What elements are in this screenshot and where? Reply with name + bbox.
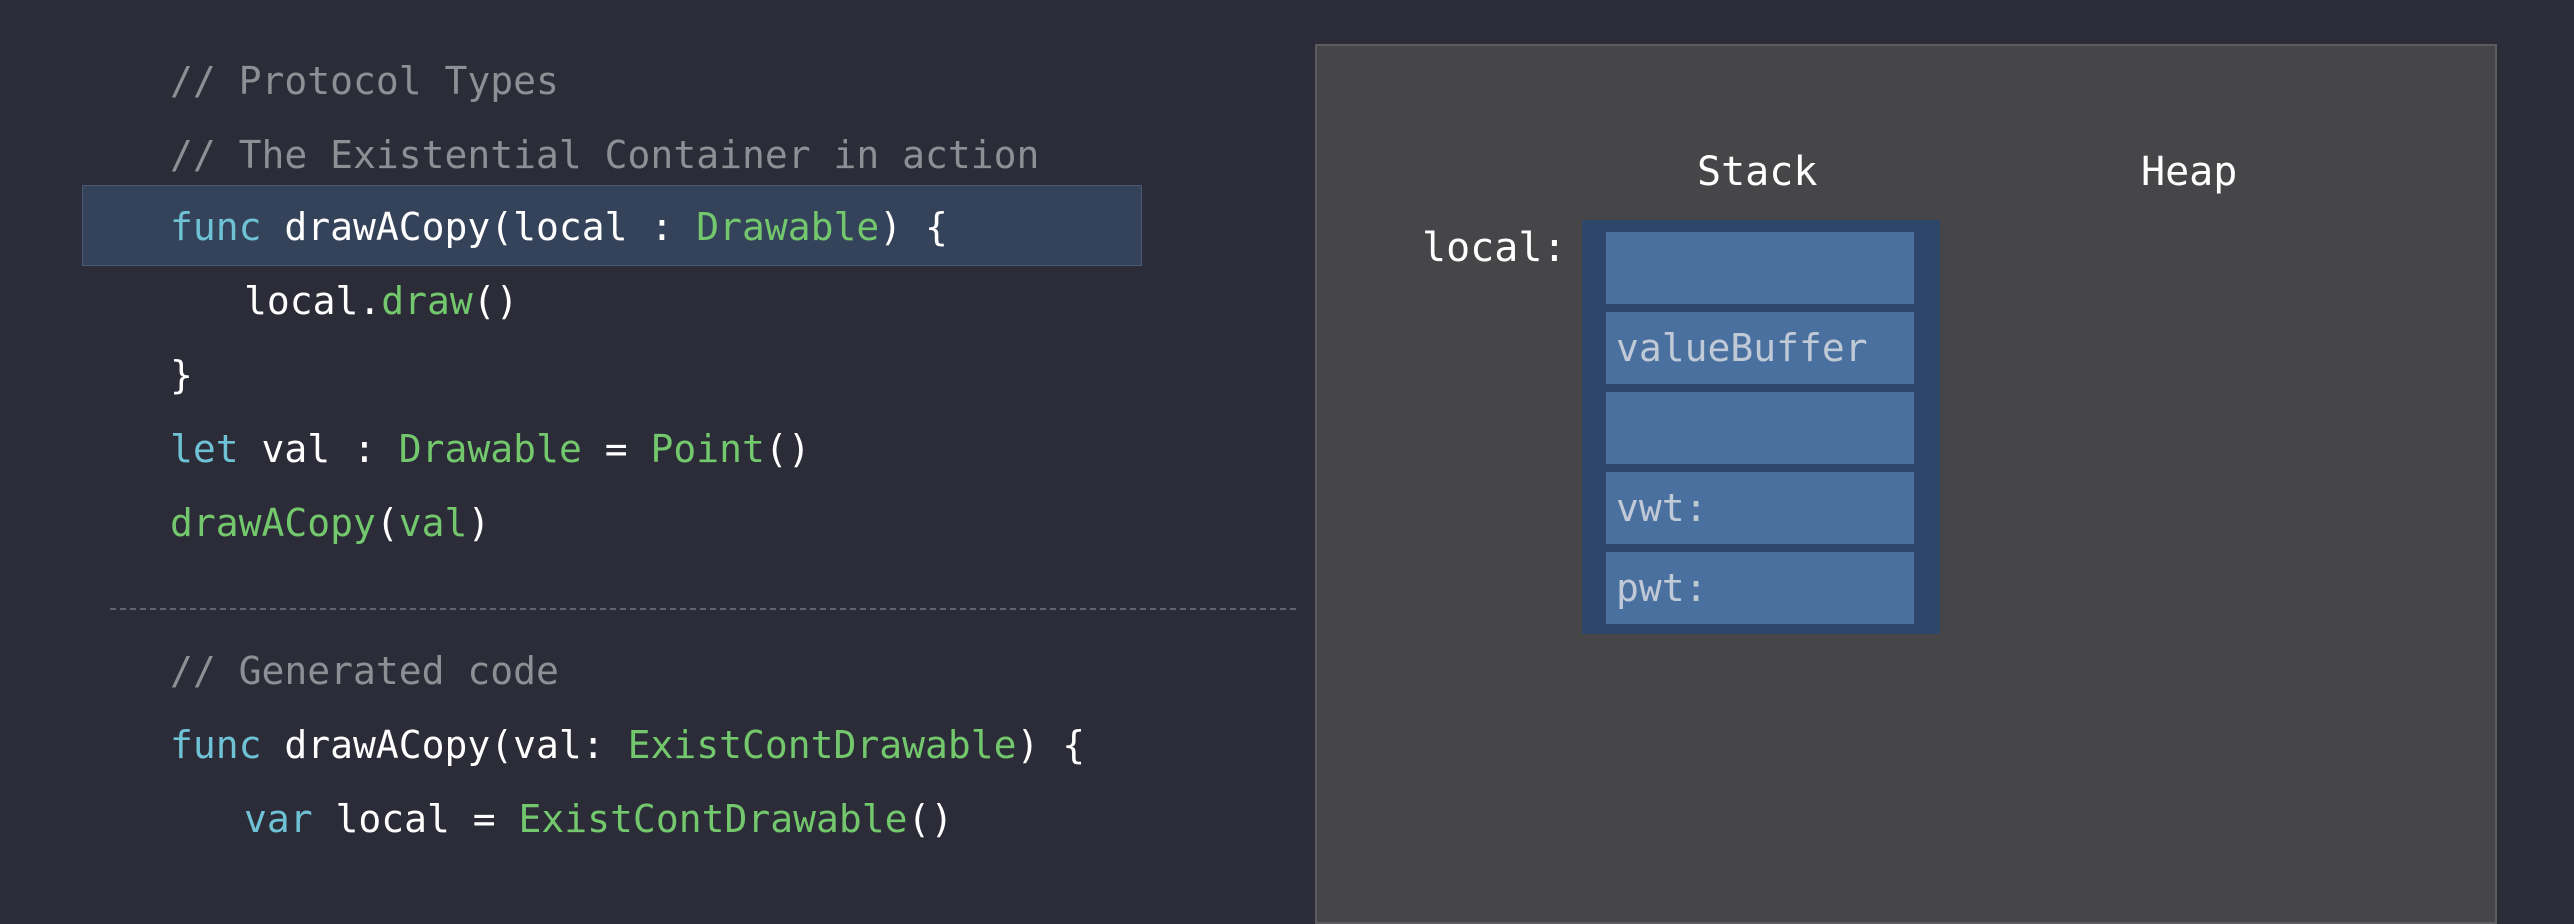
code-token: } [170,353,193,397]
code-token: ) { [1016,723,1086,767]
code-line-2: // The Existential Container in action [170,136,1039,174]
code-token: ExistContDrawable [627,723,1017,767]
code-token: func [170,723,262,767]
code-token: func [170,205,262,249]
code-token: local = [312,797,519,841]
code-token: let [170,427,239,471]
code-token: ( [375,501,399,545]
generated-code-line-2: func drawACopy(val: ExistContDrawable) { [170,726,1085,764]
code-token: Drawable [398,427,582,471]
container-cell-value-buffer-3 [1606,392,1914,464]
code-token: () [907,797,954,841]
code-line-6: let val : Drawable = Point() [170,430,811,468]
code-token: local. [244,279,382,323]
code-token: // Protocol Types [170,59,559,103]
generated-code-line-1: // Generated code [170,652,559,690]
code-line-1: // Protocol Types [170,62,559,100]
code-token: ExistContDrawable [518,797,908,841]
code-token: drawACopy(local : [261,205,697,249]
code-token: // Generated code [170,649,559,693]
code-token: // The Existential Container in action [170,133,1040,177]
code-token: drawACopy(val: [261,723,628,767]
code-divider [110,608,1296,610]
stack-label: Stack [1697,149,1818,195]
code-token: = [581,427,651,471]
container-cell-pwt: pwt: [1606,552,1914,624]
code-token: ) { [879,205,948,249]
code-line-4: local.draw() [244,282,519,320]
code-line-7: drawACopy(val) [170,504,490,542]
code-token: val : [238,427,399,471]
code-token: ) [467,501,491,545]
generated-code-line-3: var local = ExistContDrawable() [244,800,953,838]
code-token: Drawable [696,205,880,249]
code-token: draw [381,279,473,323]
heap-label: Heap [2141,149,2238,195]
code-token: val [398,501,468,545]
container-cell-vwt: vwt: [1606,472,1914,544]
container-cell-value-buffer-1 [1606,232,1914,304]
code-token: () [472,279,519,323]
code-token: drawACopy [170,501,376,545]
code-line-3-highlighted: func drawACopy(local : Drawable) { [170,208,948,246]
code-token: Point [650,427,765,471]
code-token: var [244,797,313,841]
local-variable-label: local: [1422,225,1567,271]
container-cell-value-buffer: valueBuffer [1606,312,1914,384]
code-token: () [764,427,811,471]
code-line-5: } [170,356,193,394]
